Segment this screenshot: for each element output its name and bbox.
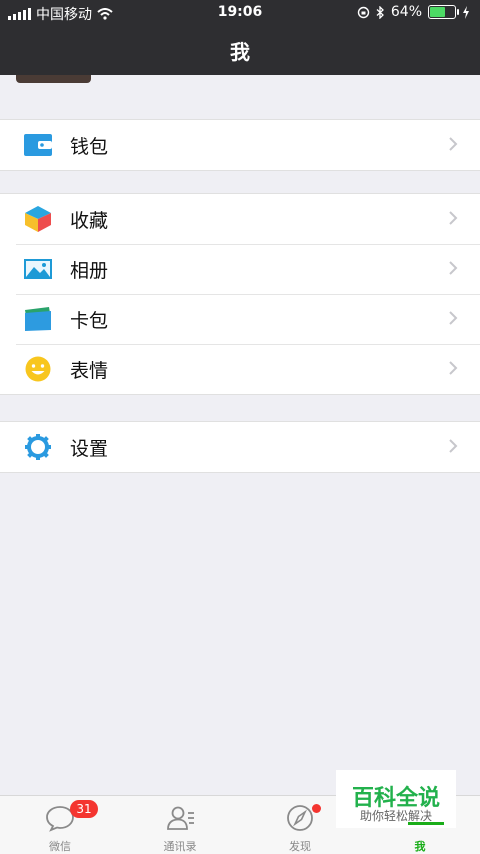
- chevron-right-icon: [449, 137, 458, 151]
- tab-label: 我: [414, 840, 426, 853]
- chevron-right-icon: [449, 211, 458, 225]
- tab-chats[interactable]: 31 微信: [0, 796, 120, 854]
- menu-item-card-wallet[interactable]: 卡包: [0, 294, 480, 344]
- card-wallet-icon: [25, 307, 51, 331]
- rotation-lock-icon: [357, 6, 370, 18]
- battery-percent: 64%: [390, 4, 422, 20]
- settings-gear-icon: [25, 434, 51, 460]
- wallet-icon: [24, 134, 52, 156]
- menu-item-label: 相册: [70, 259, 109, 282]
- menu-item-label: 表情: [70, 359, 109, 382]
- menu-item-label: 卡包: [70, 309, 109, 332]
- photo-album-icon: [24, 259, 52, 279]
- new-dot-badge: [312, 804, 321, 813]
- status-bar: 中国移动 19:06 64%: [0, 0, 480, 26]
- top-bar: 中国移动 19:06 64% 我: [0, 0, 480, 75]
- menu-item-label: 设置: [70, 437, 109, 460]
- status-right: 64%: [357, 4, 470, 20]
- menu-group-settings: 设置: [0, 421, 480, 473]
- avatar[interactable]: [16, 75, 91, 83]
- chevron-right-icon: [449, 439, 458, 453]
- chevron-right-icon: [449, 261, 458, 275]
- smiley-face-icon: [25, 356, 51, 382]
- battery-icon: [428, 5, 459, 19]
- active-tab-indicator: [408, 822, 444, 825]
- watermark-logo: 百科全说 助你轻松解决: [336, 770, 456, 828]
- unread-badge: 31: [70, 800, 98, 818]
- menu-item-wallet[interactable]: 钱包: [0, 120, 480, 170]
- charging-bolt-icon: [463, 5, 469, 19]
- tab-label: 通讯录: [163, 840, 197, 853]
- tab-label: 微信: [49, 840, 71, 853]
- menu-item-stickers[interactable]: 表情: [0, 344, 480, 394]
- tab-contacts[interactable]: 通讯录: [120, 796, 240, 854]
- menu-item-label: 收藏: [70, 209, 109, 232]
- contacts-icon: [167, 806, 194, 830]
- bluetooth-icon: [376, 5, 384, 19]
- menu-group-content: 收藏 相册 卡包 表情: [0, 193, 480, 395]
- favorites-cube-icon: [25, 206, 51, 232]
- menu-item-album[interactable]: 相册: [0, 244, 480, 294]
- page-title: 我: [230, 40, 250, 64]
- tab-label: 发现: [289, 840, 311, 853]
- menu-item-settings[interactable]: 设置: [0, 422, 480, 472]
- chevron-right-icon: [449, 311, 458, 325]
- menu-item-favorites[interactable]: 收藏: [0, 194, 480, 244]
- compass-icon: [287, 805, 313, 831]
- menu-group-wallet: 钱包: [0, 119, 480, 171]
- menu-item-label: 钱包: [70, 135, 109, 158]
- chevron-right-icon: [449, 361, 458, 375]
